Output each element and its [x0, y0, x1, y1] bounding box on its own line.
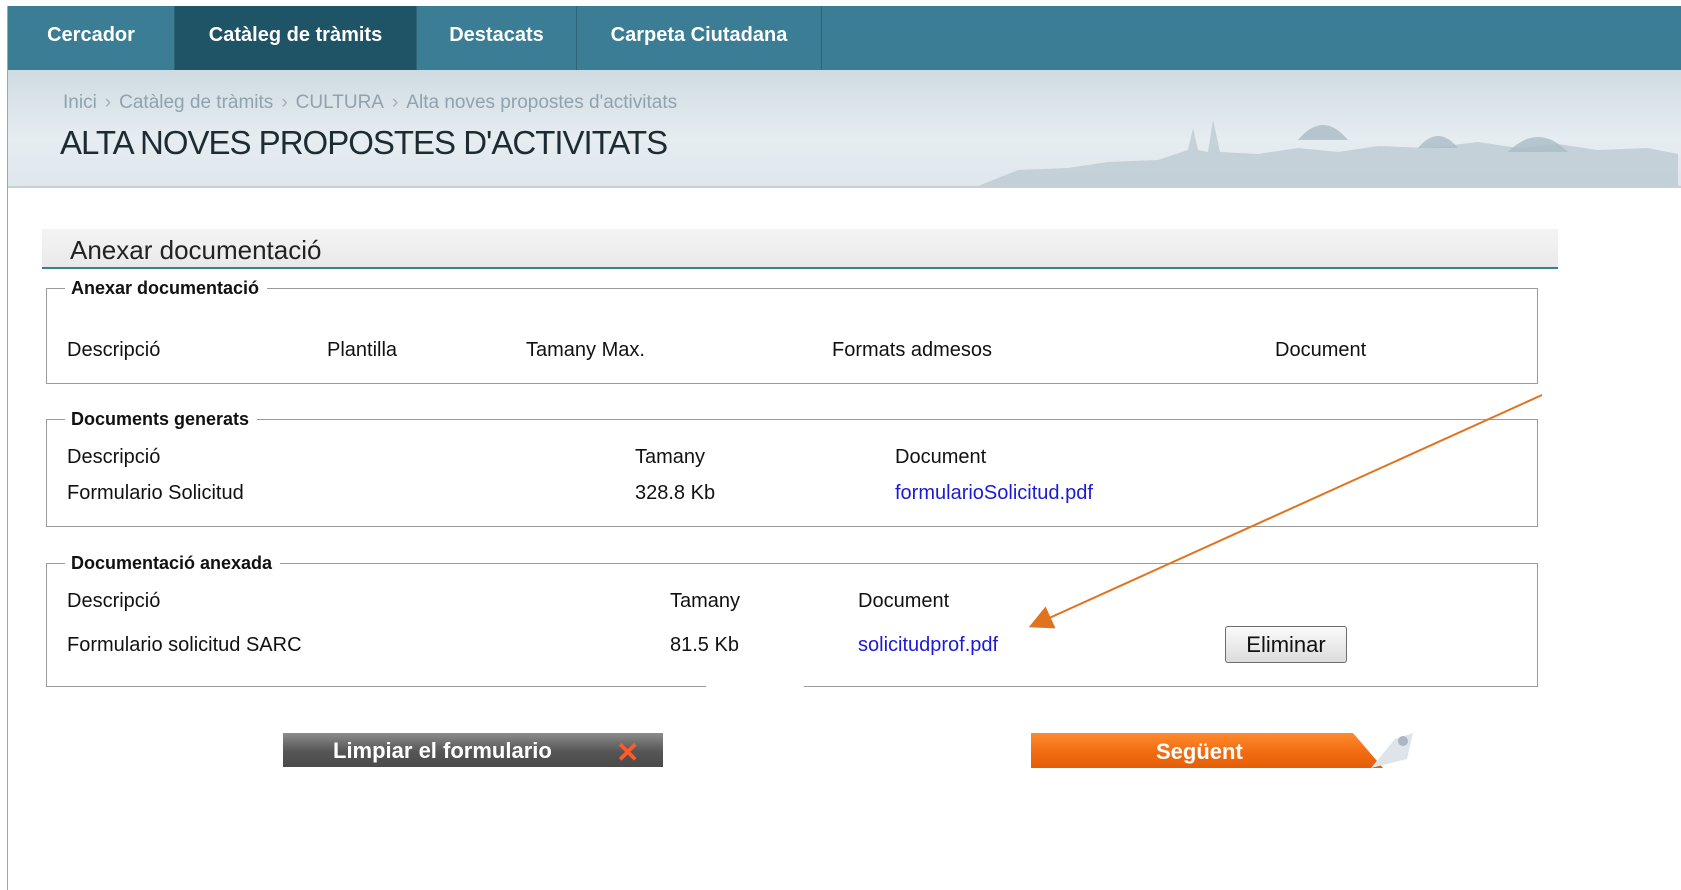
- tab-destacats[interactable]: Destacats: [417, 6, 577, 70]
- column-header-descripcio: Descripció: [67, 446, 161, 468]
- close-x-icon: ✕: [616, 737, 640, 768]
- tab-cataleg-de-tramits[interactable]: Catàleg de tràmits: [175, 6, 417, 70]
- section-title: Anexar documentació: [70, 235, 322, 265]
- column-header-document: Document: [895, 446, 987, 468]
- document-link[interactable]: solicitudprof.pdf: [858, 634, 998, 657]
- header-band: Inici › Catàleg de tràmits › CULTURA › Alta no…: [8, 70, 1681, 188]
- row-tamany: 81.5 Kb: [670, 634, 739, 656]
- skyline-decoration: [978, 120, 1678, 186]
- breadcrumb: Inici › Catàleg de tràmits › CULTURA › Alta no…: [63, 92, 677, 114]
- seguent-label: Següent: [1156, 739, 1243, 764]
- breadcrumb-inici[interactable]: Inici: [63, 92, 97, 113]
- eliminar-button[interactable]: Eliminar: [1225, 626, 1347, 663]
- seguent-button[interactable]: Següent: [1031, 733, 1413, 768]
- column-header-tamany: Tamany: [635, 446, 706, 468]
- column-header-formats-admesos: Formats admesos: [832, 339, 993, 361]
- document-link[interactable]: formularioSolicitud.pdf: [895, 482, 1093, 505]
- column-header-descripcio: Descripció: [67, 339, 161, 361]
- section-header: Anexar documentació: [42, 229, 1558, 269]
- page-curl-icon: [1353, 733, 1413, 768]
- breadcrumb-separator: ›: [281, 92, 288, 113]
- border-gap: [706, 683, 804, 691]
- breadcrumb-current: Alta noves propostes d'activitats: [406, 92, 678, 113]
- row-descripcio: Formulario solicitud SARC: [67, 634, 302, 656]
- fieldset-documentacio-anexada: Documentació anexada Descripció Tamany D…: [46, 553, 1538, 687]
- breadcrumb-separator: ›: [391, 92, 399, 113]
- column-header-tamany: Tamany: [670, 590, 741, 612]
- page-title: ALTA NOVES PROPOSTES D'ACTIVITATS: [60, 124, 668, 161]
- breadcrumb-cataleg[interactable]: Catàleg de tràmits: [119, 92, 273, 113]
- column-header-document: Document: [858, 590, 950, 612]
- breadcrumb-cultura[interactable]: CULTURA: [296, 92, 384, 113]
- column-header-tamany-max: Tamany Max.: [526, 339, 645, 361]
- tab-carpeta-ciutadana[interactable]: Carpeta Ciutadana: [577, 6, 822, 70]
- column-header-descripcio: Descripció: [67, 590, 161, 612]
- column-header-plantilla: Plantilla: [327, 339, 398, 361]
- fieldset-anexar-documentacio: Anexar documentació Descripció Plantilla…: [46, 278, 1538, 384]
- row-tamany: 328.8 Kb: [635, 482, 716, 504]
- fieldset-documents-generats: Documents generats Descripció Tamany Doc…: [46, 409, 1538, 527]
- limpiar-label: Limpiar el formulario: [333, 738, 552, 763]
- top-navigation: Cercador Catàleg de tràmits Destacats Ca…: [8, 6, 1681, 70]
- column-header-document: Document: [1275, 339, 1367, 361]
- breadcrumb-separator: ›: [104, 92, 112, 113]
- row-descripcio: Formulario Solicitud: [67, 482, 244, 504]
- limpiar-formulario-button[interactable]: Limpiar el formulario ✕: [283, 733, 663, 768]
- fieldset-legend: Documentació anexada: [65, 553, 281, 574]
- tab-cercador[interactable]: Cercador: [8, 6, 175, 70]
- fieldset-legend: Documents generats: [65, 409, 258, 430]
- fieldset-legend: Anexar documentació: [65, 278, 268, 299]
